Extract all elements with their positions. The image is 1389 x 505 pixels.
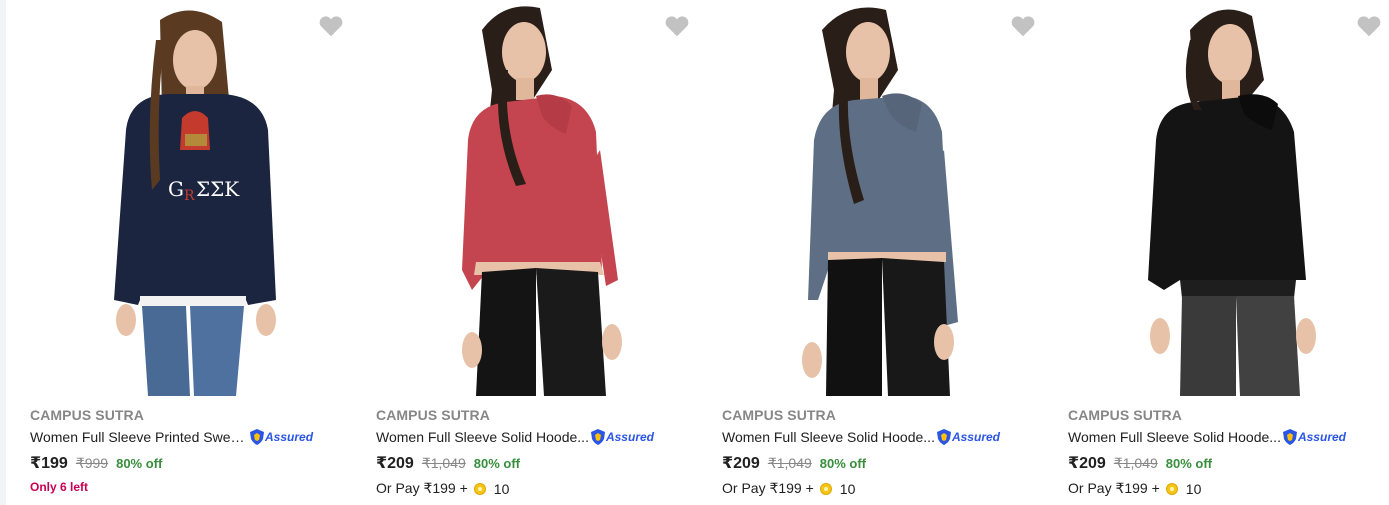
- product-image[interactable]: G R ΣΣK: [30, 0, 326, 396]
- discount-label: 80% off: [473, 456, 521, 471]
- original-price: ₹1,049: [767, 455, 812, 471]
- supercoin-icon: [819, 482, 832, 495]
- discount-label: 80% off: [116, 456, 163, 471]
- supercoin-offer: Or Pay ₹199 + 10: [1068, 480, 1201, 497]
- product-image[interactable]: [722, 0, 1018, 396]
- stock-warning: Only 6 left: [30, 480, 89, 494]
- selling-price: ₹199: [30, 455, 68, 472]
- original-price: ₹1,049: [1113, 455, 1158, 471]
- wishlist-heart-icon[interactable]: [1010, 14, 1036, 38]
- brand-name: CAMPUS SUTRA: [1068, 407, 1182, 423]
- wishlist-heart-icon[interactable]: [664, 14, 690, 38]
- product-card[interactable]: CAMPUS SUTRA Women Full Sleeve Solid Hoo…: [1052, 0, 1389, 505]
- assured-label: Assured: [951, 430, 1000, 444]
- assured-badge: Assured: [936, 428, 1000, 446]
- original-price: ₹1,049: [421, 455, 466, 471]
- selling-price: ₹209: [722, 455, 760, 472]
- assured-badge: Assured: [590, 428, 654, 446]
- discount-label: 80% off: [819, 456, 867, 471]
- price-row: ₹209 ₹1,049 80% off: [376, 453, 520, 473]
- model-illustration: [722, 0, 1018, 396]
- assured-badge: Assured: [1282, 428, 1346, 446]
- page-left-edge: [0, 0, 6, 505]
- discount-label: 80% off: [1165, 456, 1213, 471]
- product-title-link[interactable]: Women Full Sleeve Solid Hoode...: [722, 429, 935, 445]
- supercoin-count: 10: [493, 480, 510, 497]
- title-row: Women Full Sleeve Printed Swea... Assure…: [30, 427, 330, 447]
- product-title-link[interactable]: Women Full Sleeve Printed Swea...: [30, 429, 248, 445]
- price-row: ₹199 ₹999 80% off: [30, 453, 162, 473]
- brand-name: CAMPUS SUTRA: [30, 407, 144, 423]
- selling-price: ₹209: [376, 455, 414, 472]
- title-row: Women Full Sleeve Solid Hoode... Assured: [1068, 427, 1368, 447]
- assured-label: Assured: [605, 430, 654, 444]
- svg-text:R: R: [184, 188, 195, 204]
- supercoin-offer: Or Pay ₹199 + 10: [722, 480, 855, 497]
- model-illustration: G R ΣΣK: [30, 0, 326, 396]
- price-row: ₹209 ₹1,049 80% off: [722, 453, 866, 473]
- product-grid: G R ΣΣK CAMPUS SUTRA Women Full Sleeve P…: [14, 0, 1389, 505]
- pay-offer-text: Or Pay ₹199 +: [376, 480, 468, 496]
- stock-row: Only 6 left: [30, 480, 88, 494]
- model-illustration: [1068, 0, 1364, 396]
- title-row: Women Full Sleeve Solid Hoode... Assured: [722, 427, 1022, 447]
- pay-offer-text: Or Pay ₹199 +: [1068, 480, 1160, 496]
- title-row: Women Full Sleeve Solid Hoode... Assured: [376, 427, 676, 447]
- assured-shield-icon: [936, 429, 951, 445]
- svg-text:G: G: [168, 177, 184, 201]
- supercoin-offer: Or Pay ₹199 + 10: [376, 480, 509, 497]
- model-illustration: [376, 0, 672, 396]
- product-image[interactable]: [1068, 0, 1364, 396]
- assured-badge: Assured: [250, 428, 313, 446]
- original-price: ₹999: [75, 455, 109, 471]
- product-image[interactable]: [376, 0, 672, 396]
- product-card[interactable]: CAMPUS SUTRA Women Full Sleeve Solid Hoo…: [360, 0, 706, 505]
- product-card[interactable]: G R ΣΣK CAMPUS SUTRA Women Full Sleeve P…: [14, 0, 360, 505]
- wishlist-heart-icon[interactable]: [1356, 14, 1382, 38]
- assured-label: Assured: [265, 430, 314, 444]
- supercoin-count: 10: [1185, 480, 1202, 497]
- assured-label: Assured: [1297, 430, 1346, 444]
- selling-price: ₹209: [1068, 455, 1106, 472]
- supercoin-count: 10: [839, 480, 856, 497]
- product-title-link[interactable]: Women Full Sleeve Solid Hoode...: [376, 429, 589, 445]
- brand-name: CAMPUS SUTRA: [376, 407, 490, 423]
- price-row: ₹209 ₹1,049 80% off: [1068, 453, 1212, 473]
- wishlist-heart-icon[interactable]: [318, 14, 344, 38]
- supercoin-icon: [1165, 482, 1178, 495]
- assured-shield-icon: [250, 429, 264, 445]
- supercoin-icon: [473, 482, 486, 495]
- assured-shield-icon: [1282, 429, 1297, 445]
- brand-name: CAMPUS SUTRA: [722, 407, 836, 423]
- assured-shield-icon: [590, 429, 605, 445]
- svg-text:ΣΣK: ΣΣK: [196, 177, 240, 201]
- product-title-link[interactable]: Women Full Sleeve Solid Hoode...: [1068, 429, 1281, 445]
- pay-offer-text: Or Pay ₹199 +: [722, 480, 814, 496]
- product-card[interactable]: CAMPUS SUTRA Women Full Sleeve Solid Hoo…: [706, 0, 1052, 505]
